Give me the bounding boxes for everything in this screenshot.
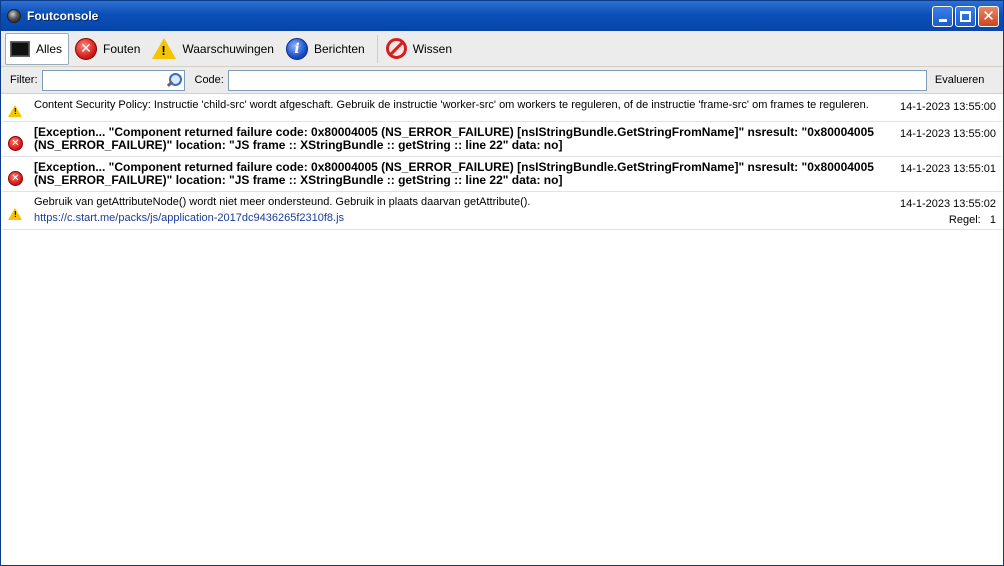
message-timestamp: 14-1-2023 13:55:00 [899,101,996,113]
code-label: Code: [194,74,224,86]
source-link[interactable]: https://c.start.me/packs/js/application-… [34,212,886,225]
errors-label: Fouten [103,41,141,56]
minimize-icon [938,19,947,22]
list-item[interactable]: ! Content Security Policy: Instructie 'c… [2,95,1002,122]
terminal-icon [10,40,30,57]
message-timestamp: 14-1-2023 13:55:00 [899,128,996,140]
error-icon: ✕ [75,37,98,60]
evaluate-button[interactable]: Evalueren [933,74,987,86]
toolbar-separator [376,34,378,63]
list-item[interactable]: ✕ [Exception... "Component returned fail… [2,122,1002,157]
list-item[interactable]: ✕ [Exception... "Component returned fail… [2,157,1002,192]
error-console-window: Foutconsole ✕ Alles ✕ Fouten ! Waarschuw… [0,0,1004,566]
filter-field [41,69,185,91]
error-icon: ✕ [8,136,23,151]
filter-bar: Filter: Code: Evalueren [1,67,1003,94]
message-text: Content Security Policy: Instructie 'chi… [34,99,869,111]
filter-label: Filter: [10,74,38,86]
message-timestamp: 14-1-2023 13:55:01 [899,163,996,175]
warning-icon: ! [8,208,22,220]
message-text: Gebruik van getAttributeNode() wordt nie… [34,196,531,208]
window-title: Foutconsole [27,9,99,23]
message-list[interactable]: ! Content Security Policy: Instructie 'c… [2,95,1002,230]
maximize-icon [960,11,971,22]
warning-icon: ! [8,105,22,117]
message-text: [Exception... "Component returned failur… [34,125,874,152]
title-bar[interactable]: Foutconsole ✕ [1,1,1003,31]
line-label: Regel: [948,214,981,226]
message-text: [Exception... "Component returned failur… [34,160,874,187]
close-button[interactable]: ✕ [978,6,999,27]
close-icon: ✕ [982,7,995,25]
messages-button[interactable]: i Berichten [282,33,371,65]
message-time: 14-1-2023 13:55:02 [899,198,996,210]
all-button[interactable]: Alles [5,32,70,65]
warning-icon: ! [152,38,177,59]
filter-input[interactable] [41,69,185,91]
clear-label: Wissen [412,41,453,56]
error-icon: ✕ [8,171,23,186]
warnings-button[interactable]: ! Waarschuwingen [148,33,280,65]
warnings-label: Waarschuwingen [182,41,274,56]
maximize-button[interactable] [955,6,976,27]
errors-button[interactable]: ✕ Fouten [71,33,146,65]
code-input[interactable] [227,69,927,91]
info-icon: i [285,37,308,60]
search-icon[interactable] [168,72,182,87]
message-timestamp: 14-1-2023 13:55:02 Regel: 1 [900,196,996,228]
app-icon [7,9,21,23]
list-item[interactable]: ! Gebruik van getAttributeNode() wordt n… [2,192,1002,230]
message-line: Regel: 1 [900,212,996,228]
clear-icon [385,38,407,59]
messages-label: Berichten [313,41,365,56]
line-value: 1 [989,214,996,226]
all-label: Alles [36,41,63,56]
minimize-button[interactable] [932,6,953,27]
clear-button[interactable]: Wissen [382,33,458,65]
toolbar: Alles ✕ Fouten ! Waarschuwingen i Berich… [1,31,1003,67]
window-controls: ✕ [932,6,999,27]
